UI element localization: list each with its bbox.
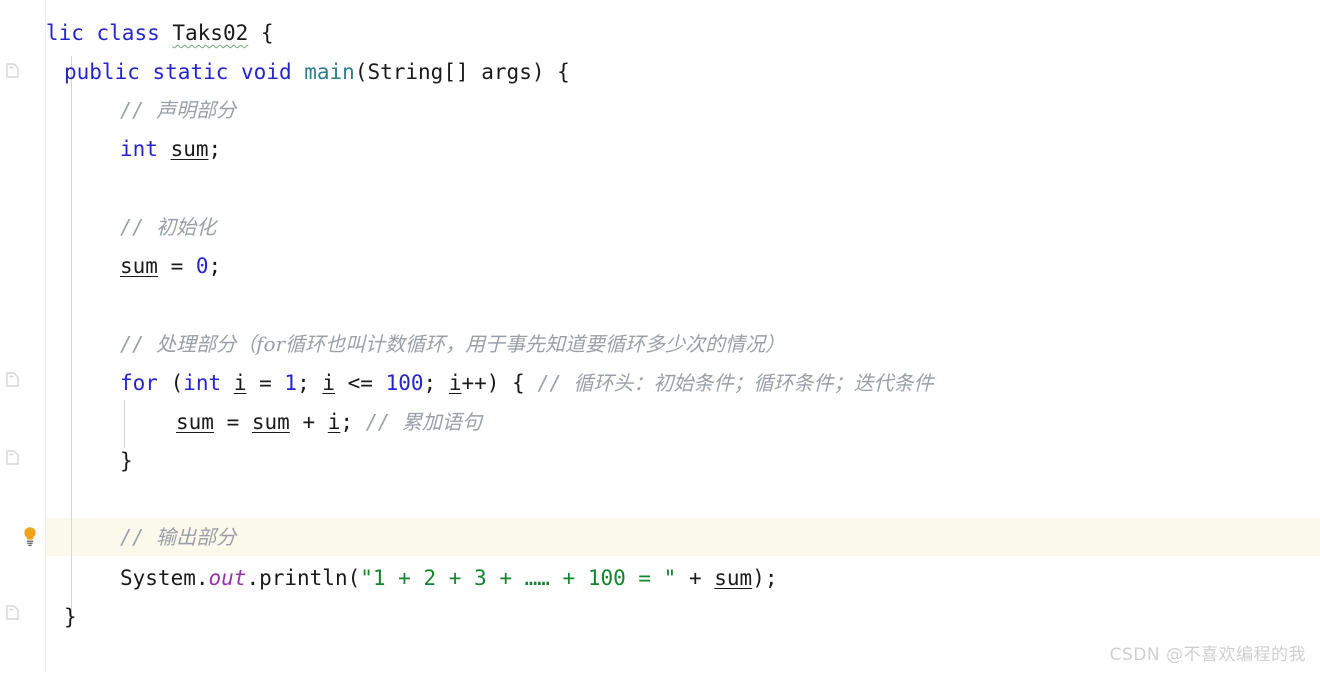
code-token: sum: [251, 410, 290, 434]
code-token: ;: [423, 371, 449, 395]
fold-arrow-icon[interactable]: [6, 63, 19, 78]
code-token: <=: [335, 371, 386, 395]
code-token: +: [289, 410, 328, 434]
csdn-watermark: CSDN @不喜欢编程的我: [1109, 645, 1306, 665]
code-token: 累加语句: [401, 410, 482, 434]
code-token: 处理部分（for循环也叫计数循环，用于事先知道要循环多少次的情况）: [156, 332, 786, 356]
code-token: i: [233, 371, 247, 395]
code-line[interactable]: public static void main(String[] args) {: [0, 53, 570, 91]
code-token: {: [248, 21, 274, 45]
code-content[interactable]: public class Taks02 { public static void…: [0, 0, 1320, 671]
code-line[interactable]: for (int i = 1; i <= 100; i++) { // 循环头：…: [0, 364, 933, 402]
fold-arrow-icon[interactable]: [6, 372, 19, 387]
code-token: =: [246, 371, 285, 395]
code-token: sum: [176, 410, 214, 434]
code-token: //: [120, 98, 157, 122]
code-token: }: [120, 449, 133, 473]
code-token: =: [157, 254, 196, 278]
code-token: 0: [195, 254, 209, 278]
code-token: ;: [208, 254, 222, 278]
code-token: 输出部分: [156, 525, 237, 549]
code-token: 声明部分: [156, 98, 237, 122]
code-token: main: [304, 60, 355, 84]
code-editor[interactable]: public class Taks02 { public static void…: [0, 0, 1320, 671]
code-token: //: [537, 371, 574, 395]
code-token: 100: [385, 371, 424, 395]
code-token: //: [365, 410, 402, 434]
code-token: i: [448, 371, 462, 395]
code-token: +: [676, 566, 715, 590]
fold-arrow-icon[interactable]: [6, 450, 19, 465]
code-token: Taks02: [172, 21, 249, 45]
code-token: i: [322, 371, 336, 395]
code-token: ;: [208, 137, 222, 161]
fold-arrow-icon[interactable]: [6, 605, 19, 620]
code-token: sum: [120, 254, 158, 278]
code-token: out: [208, 566, 247, 590]
code-token: );: [752, 566, 778, 590]
editor-gutter[interactable]: [0, 0, 46, 671]
code-token: int: [183, 371, 234, 395]
code-token: 初始化: [156, 215, 217, 239]
code-token: .println(: [246, 566, 361, 590]
code-token: for: [120, 371, 171, 395]
intention-bulb-icon[interactable]: [19, 525, 41, 547]
code-line[interactable]: System.out.println("1 + 2 + 3 + …… + 100…: [0, 559, 778, 597]
code-token: void: [241, 60, 305, 84]
code-line[interactable]: sum = sum + i; // 累加语句: [0, 403, 482, 441]
code-token: ++) {: [461, 371, 538, 395]
code-token: "1 + 2 + 3 + …… + 100 = ": [360, 566, 677, 590]
code-token: }: [64, 605, 77, 629]
code-token: public: [64, 60, 153, 84]
code-token: 1: [284, 371, 298, 395]
code-token: (String[] args) {: [354, 60, 570, 84]
code-token: =: [213, 410, 252, 434]
code-line[interactable]: // 处理部分（for循环也叫计数循环，用于事先知道要循环多少次的情况）: [0, 325, 785, 363]
code-token: //: [120, 215, 157, 239]
code-token: static: [152, 60, 242, 84]
code-token: System.: [120, 566, 209, 590]
code-token: sum: [714, 566, 753, 590]
code-token: i: [327, 410, 341, 434]
code-token: 循环头：初始条件；循环条件；迭代条件: [573, 371, 934, 395]
code-token: //: [120, 525, 157, 549]
code-token: int: [120, 137, 171, 161]
code-token: (: [170, 371, 184, 395]
code-token: ;: [340, 410, 366, 434]
code-token: sum: [170, 137, 209, 161]
code-token: //: [120, 332, 157, 356]
code-token: class: [96, 21, 173, 45]
code-token: ;: [297, 371, 323, 395]
